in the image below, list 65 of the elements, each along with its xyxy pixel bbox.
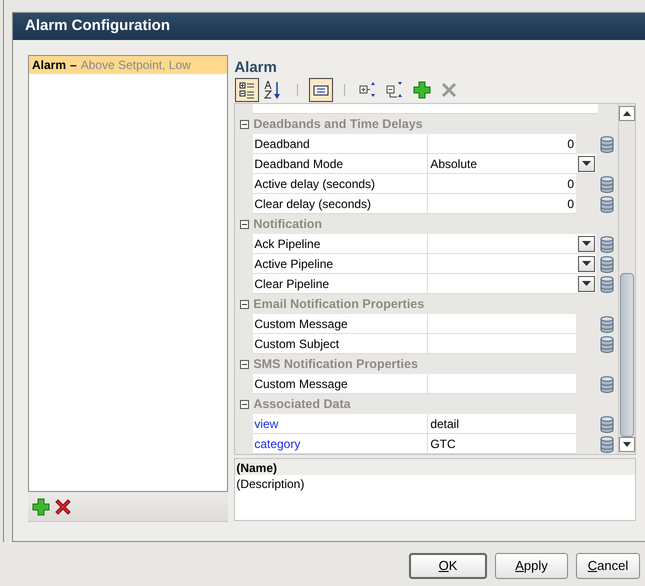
add-icon xyxy=(412,80,432,100)
property-value[interactable]: GTC xyxy=(428,434,576,454)
categorized-view-button[interactable] xyxy=(235,78,260,102)
dialog-button[interactable]: Cancel xyxy=(576,553,640,579)
caret-icon xyxy=(582,261,590,266)
dialog-button[interactable]: Apply xyxy=(495,553,568,579)
property-name[interactable]: view xyxy=(253,414,428,434)
database-icon[interactable] xyxy=(600,336,614,352)
dropdown-button[interactable] xyxy=(578,156,594,172)
dropdown-button[interactable] xyxy=(578,236,594,252)
property-name[interactable]: Clear delay (seconds) xyxy=(253,194,428,214)
scroll-up-icon[interactable] xyxy=(619,106,635,121)
value-field[interactable] xyxy=(428,374,576,394)
collapse-toggle[interactable] xyxy=(240,360,249,368)
alarm-list-item[interactable]: Alarm – Above Setpoint, Low xyxy=(29,56,228,74)
property-name[interactable]: Active delay (seconds) xyxy=(253,174,428,194)
value-field[interactable] xyxy=(428,314,576,334)
property-name[interactable]: Clear Pipeline xyxy=(253,274,428,294)
database-icon[interactable] xyxy=(600,136,614,152)
add-icon[interactable] xyxy=(32,498,50,516)
property-name[interactable]: Active Pipeline xyxy=(253,254,428,274)
database-icon[interactable] xyxy=(600,236,614,252)
property-value[interactable]: 0 xyxy=(428,134,576,154)
property-name-label: (Name) xyxy=(235,459,635,475)
dropdown-button[interactable] xyxy=(578,276,594,292)
editor-title: Alarm xyxy=(234,58,278,77)
property-name[interactable]: Custom Message xyxy=(253,314,428,334)
scroll-down-icon[interactable] xyxy=(619,437,635,452)
database-icon[interactable] xyxy=(600,256,614,272)
property-name[interactable]: Ack Pipeline xyxy=(253,234,428,254)
scroll-thumb[interactable] xyxy=(620,273,634,437)
property-name[interactable]: Deadband Mode xyxy=(253,154,428,174)
dialog-title: Alarm Configuration xyxy=(25,16,170,36)
value-field[interactable] xyxy=(428,274,576,294)
property-name[interactable]: Custom Message xyxy=(253,374,428,394)
caret-icon xyxy=(582,281,590,286)
property-name[interactable]: Custom Subject xyxy=(253,334,428,354)
property-value[interactable]: Absolute xyxy=(428,154,576,174)
database-icon[interactable] xyxy=(600,276,614,292)
description-toggle-button[interactable] xyxy=(309,78,334,102)
property-value[interactable]: 0 xyxy=(428,174,576,194)
dropdown-button[interactable] xyxy=(578,256,594,272)
collapse-toggle[interactable] xyxy=(240,220,249,228)
scrollbar[interactable] xyxy=(618,104,635,454)
dialog-button[interactable]: OK xyxy=(409,553,487,579)
caret-icon xyxy=(582,161,590,166)
property-description: (Description) xyxy=(235,476,306,493)
database-icon[interactable] xyxy=(600,416,614,432)
database-icon[interactable] xyxy=(600,316,614,332)
property-value[interactable]: 0 xyxy=(428,194,576,214)
database-icon[interactable] xyxy=(600,176,614,192)
value-field[interactable] xyxy=(428,234,576,254)
collapse-toggle[interactable] xyxy=(240,300,249,308)
database-icon[interactable] xyxy=(600,376,614,392)
value-field[interactable] xyxy=(428,254,576,274)
collapse-toggle[interactable] xyxy=(240,120,249,128)
database-icon[interactable] xyxy=(600,196,614,212)
database-icon[interactable] xyxy=(600,436,614,452)
caret-icon xyxy=(582,241,590,246)
delete-icon[interactable] xyxy=(54,498,72,516)
property-name[interactable]: category xyxy=(253,434,428,454)
property-value[interactable]: detail xyxy=(428,414,576,434)
value-field[interactable] xyxy=(428,334,576,354)
property-name[interactable]: Deadband xyxy=(253,134,428,154)
collapse-toggle[interactable] xyxy=(240,400,249,408)
